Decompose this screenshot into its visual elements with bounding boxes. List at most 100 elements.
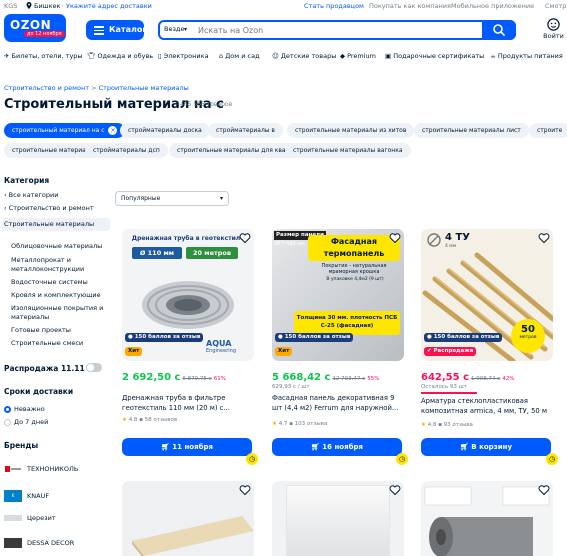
cart-icon: 🛒︎ — [459, 443, 472, 451]
favorite-heart-icon[interactable] — [538, 484, 550, 496]
sort-select[interactable]: Популярные ▾ — [115, 191, 229, 206]
sale-toggle[interactable] — [86, 363, 102, 372]
product-title[interactable]: Арматура стеклопластиковая композитная a… — [421, 396, 555, 416]
subcategory-link[interactable]: Водосточные системы — [11, 278, 88, 287]
product-count: 465 565 товаров — [180, 101, 233, 108]
product-price: 2 692,50 с6 879,75 с 61% — [122, 372, 226, 383]
product-card[interactable]: Дренажная труба в геотекстиле Ø 110 мм 2… — [122, 229, 260, 469]
chip[interactable]: строительные материалы из хитов — [287, 123, 415, 138]
subcategory-link[interactable]: Готовые проекты — [11, 326, 71, 335]
nav-item-clothes[interactable]: 👕︎ Одежда и обувь — [87, 52, 153, 60]
bonus-badge: ● 150 баллов за отзыв — [275, 333, 354, 342]
product-rating[interactable]: ★ 4.8 ▪ 93 отзыва — [421, 422, 473, 428]
product-card[interactable]: Размер панели 987*480 мм Фасадная термоп… — [272, 229, 410, 469]
reviews-icon: ▪ — [438, 422, 442, 428]
subcategory-link[interactable]: Строительные смеси — [11, 339, 83, 348]
stock-left: Осталось 93 шт — [421, 384, 467, 390]
express-clock-icon: ◷ — [396, 453, 408, 465]
radio-selected[interactable] — [4, 405, 11, 413]
brand-mark: AQUA — [206, 339, 232, 348]
user-icon — [547, 18, 560, 31]
parent-category-link[interactable]: ‹ Строительство и ремонт — [4, 204, 94, 213]
toy-icon: ☺ — [272, 52, 281, 60]
add-to-cart-button[interactable]: 🛒︎ В корзину — [421, 438, 551, 456]
current-category[interactable]: Строительные материалы — [2, 218, 110, 231]
star-badge-icon: ● — [278, 334, 285, 340]
brand-item-knauf[interactable]: K KNAUF — [4, 490, 49, 502]
nav-item-food[interactable]: ☕︎ Продукты питания — [490, 52, 563, 60]
breadcrumb-item-materials[interactable]: Строительные материалы — [99, 84, 189, 92]
product-card[interactable]: 4 ТУ 4 мм 50 метров ● 150 баллов за отзы… — [421, 229, 559, 469]
nav-item-gift-cards[interactable]: ▣ Подарочные сертификаты — [385, 52, 484, 60]
nav-item-kids[interactable]: ☺ Детские товары — [272, 52, 336, 60]
nav-item-home-garden[interactable]: ⌂ Дом и сад — [219, 52, 260, 60]
subcategory-link[interactable]: Облицовочные материалы — [11, 242, 102, 251]
search-scope-select[interactable]: Везде — [164, 25, 184, 33]
drain-pipe-graphic — [142, 281, 234, 329]
nav-item-premium[interactable]: ◆ Premium — [340, 52, 376, 60]
hit-badge: Хит — [125, 347, 143, 356]
favorite-heart-icon[interactable] — [239, 484, 251, 496]
unit-price: 629,93 с / шт — [272, 384, 310, 390]
delivery-option-7days[interactable]: До 7 дней — [4, 418, 48, 427]
favorite-heart-icon[interactable] — [538, 232, 550, 244]
delivery-date-button[interactable]: 🛒︎ 16 ноября — [272, 438, 402, 456]
favorite-heart-icon[interactable] — [389, 484, 401, 496]
product-image[interactable] — [421, 481, 553, 556]
subcategory-link[interactable]: Металлопрокат и металлоконструкции — [11, 256, 111, 273]
chip[interactable]: строительные материалы вагонка — [285, 143, 411, 158]
star-icon: ★ — [122, 417, 127, 423]
chip[interactable]: строительные материалы лист — [414, 123, 529, 138]
chip[interactable]: стройматериалы доска — [120, 123, 210, 138]
product-rating[interactable]: ★ 4.7 ▪ 103 отзыва — [272, 421, 327, 427]
city-link[interactable]: Бишкек — [34, 2, 60, 10]
delivery-date-button[interactable]: 🛒︎ 11 ноября — [122, 438, 252, 456]
breadcrumb-item-construction[interactable]: Строительство и ремонт — [4, 84, 89, 92]
more-link[interactable]: Смотр — [545, 2, 566, 10]
favorite-heart-icon[interactable] — [389, 232, 401, 244]
become-seller-link[interactable]: Стать продавцом — [304, 2, 364, 10]
chevron-down-icon: ▾ — [184, 26, 188, 33]
brand-item-technonicol[interactable]: ТЕХНОНИКОЛЬ — [4, 465, 78, 474]
region-code[interactable]: KGS — [4, 2, 17, 10]
product-image[interactable] — [272, 481, 404, 556]
favorite-heart-icon[interactable] — [239, 232, 251, 244]
felt-roll-graphic — [424, 486, 550, 556]
catalog-button[interactable]: Каталог — [86, 20, 147, 40]
nav-item-electronics[interactable]: ▯ Электроника — [158, 52, 209, 60]
board-graphic — [132, 516, 254, 556]
buy-as-company-link[interactable]: Покупать как компания — [369, 2, 451, 10]
product-image[interactable] — [122, 481, 254, 556]
close-icon[interactable]: × — [108, 126, 118, 135]
nav-item-travel[interactable]: ✈ Билеты, отели, туры — [4, 52, 83, 60]
ozon-logo[interactable]: OZON до 12 ноября — [4, 14, 66, 42]
menu-icon — [94, 26, 104, 37]
mobile-app-link[interactable]: Мобильное приложение — [451, 2, 534, 10]
radio[interactable] — [4, 418, 11, 426]
search-button[interactable] — [482, 20, 516, 40]
all-categories-link[interactable]: ‹ Все категории — [4, 191, 58, 200]
image-heading: Фасадная термопанель — [308, 235, 400, 261]
hit-badge: Хит — [275, 347, 293, 356]
logo-sale-text: до 12 ноября — [24, 31, 65, 37]
search-input[interactable] — [198, 23, 488, 37]
product-rating[interactable]: ★ 4.8 ▪ 58 отзывов — [122, 417, 177, 423]
brand-item-dessa[interactable]: DESSA DECOR — [4, 538, 74, 548]
delivery-address-link[interactable]: Укажите адрес доставки — [66, 2, 152, 10]
delivery-option-any[interactable]: Неважно — [4, 405, 45, 414]
cart-icon: 🛒︎ — [160, 443, 173, 451]
star-icon: ★ — [272, 421, 277, 427]
product-title[interactable]: Фасадная панель декоративная 9 шт (4,4 м… — [272, 393, 406, 413]
subcategory-link[interactable]: Кровля и комплектующие — [11, 291, 101, 300]
star-badge-icon: ● — [427, 334, 434, 340]
subcategory-link[interactable]: Изоляционные покрытия и материалы — [11, 304, 111, 321]
login-button[interactable]: Войти — [540, 18, 567, 44]
product-title[interactable]: Дренажная труба в фильтре геотекстиль 11… — [122, 393, 256, 413]
brand-item-ceresit[interactable]: Церезит — [4, 514, 56, 523]
chip[interactable]: стройматериалы дсп — [85, 143, 168, 158]
chip[interactable]: стройматериалы в — [208, 123, 283, 138]
chip-active[interactable]: строительный материал на с × — [4, 123, 126, 138]
chip[interactable]: строите — [529, 123, 567, 138]
image-heading: 4 ТУ — [445, 232, 470, 243]
location-pin-icon — [26, 2, 32, 11]
